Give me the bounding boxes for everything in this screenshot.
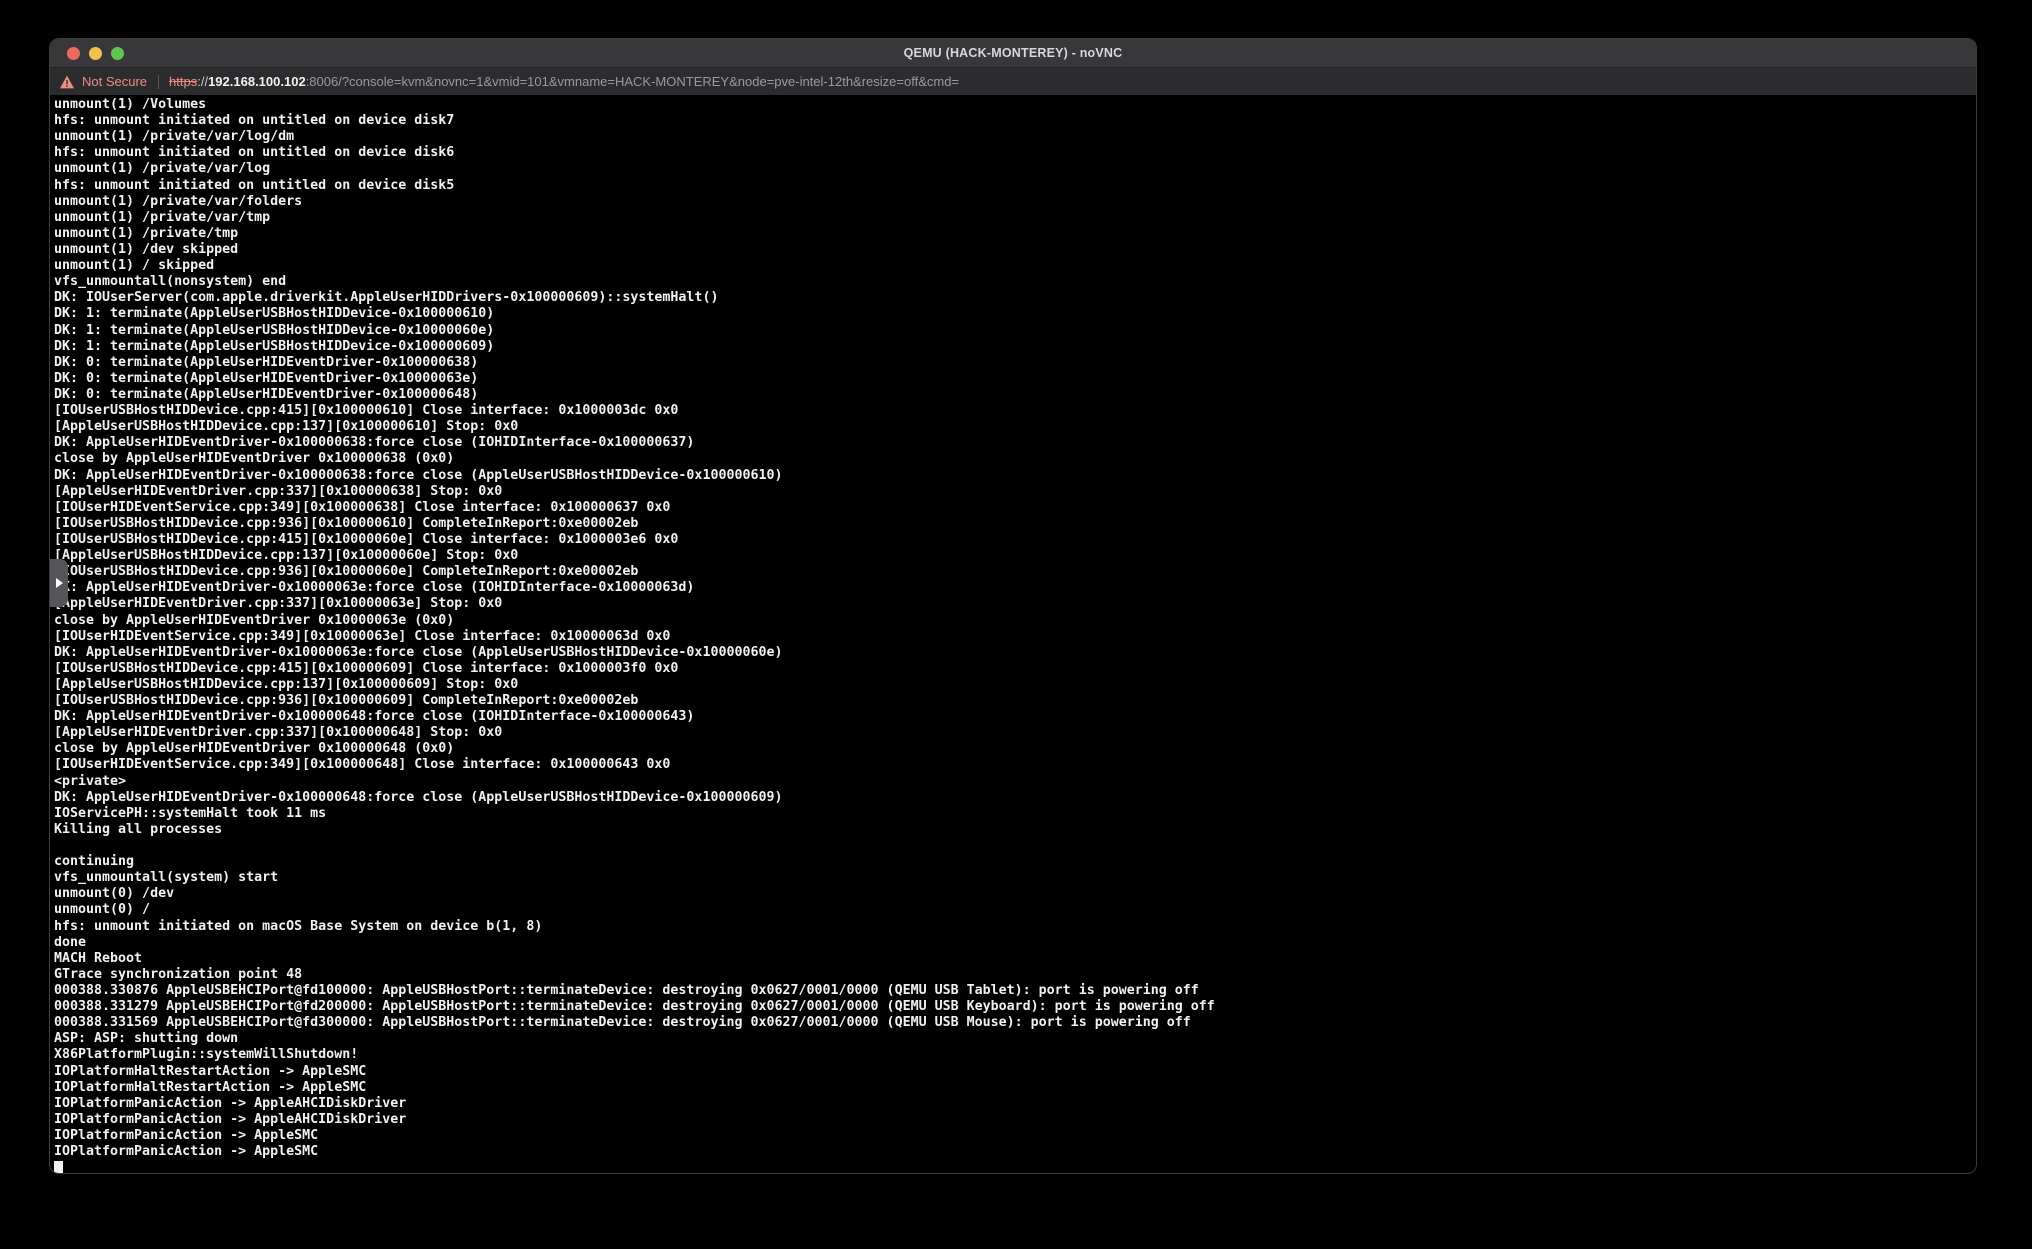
console-log-line: [IOUserUSBHostHIDDevice.cpp:936][0x10000… <box>54 693 1976 709</box>
console-log-line: [IOUserHIDEventService.cpp:349][0x100000… <box>54 500 1976 516</box>
console-log-line: unmount(0) / <box>54 902 1976 918</box>
console-log-line: [AppleUserUSBHostHIDDevice.cpp:137][0x10… <box>54 677 1976 693</box>
console-log-line: unmount(1) /private/var/tmp <box>54 210 1976 226</box>
console-log-line: DK: AppleUserHIDEventDriver-0x100000638:… <box>54 435 1976 451</box>
console-log-line: unmount(1) /private/tmp <box>54 226 1976 242</box>
browser-window: QEMU (HACK-MONTEREY) - noVNC Not Secure … <box>49 38 1977 1174</box>
console-log: unmount(1) /Volumeshfs: unmount initiate… <box>54 97 1976 1160</box>
console-log-line: <private> <box>54 774 1976 790</box>
console-log-line: [IOUserHIDEventService.cpp:349][0x100000… <box>54 757 1976 773</box>
console-log-line: unmount(1) /private/var/log <box>54 161 1976 177</box>
console-log-line: hfs: unmount initiated on macOS Base Sys… <box>54 919 1976 935</box>
console-log-line: IOPlatformPanicAction -> AppleSMC <box>54 1128 1976 1144</box>
console-log-line: done <box>54 935 1976 951</box>
console-log-line: DK: 1: terminate(AppleUserUSBHostHIDDevi… <box>54 339 1976 355</box>
url-text[interactable]: https://192.168.100.102:8006/?console=kv… <box>169 74 959 89</box>
console-log-line: close by AppleUserHIDEventDriver 0x10000… <box>54 741 1976 757</box>
console-log-line: [AppleUserHIDEventDriver.cpp:337][0x1000… <box>54 484 1976 500</box>
url-scheme: https <box>169 74 197 89</box>
console-log-line: DK: AppleUserHIDEventDriver-0x10000063e:… <box>54 580 1976 596</box>
console-log-line: DK: AppleUserHIDEventDriver-0x10000063e:… <box>54 645 1976 661</box>
console-log-line: [IOUserHIDEventService.cpp:349][0x100000… <box>54 629 1976 645</box>
console-log-line: [AppleUserUSBHostHIDDevice.cpp:137][0x10… <box>54 548 1976 564</box>
console-log-line: unmount(0) /dev <box>54 886 1976 902</box>
console-log-line: X86PlatformPlugin::systemWillShutdown! <box>54 1047 1976 1063</box>
console-log-line: close by AppleUserHIDEventDriver 0x10000… <box>54 613 1976 629</box>
console-log-line: hfs: unmount initiated on untitled on de… <box>54 178 1976 194</box>
console-log-line: [IOUserUSBHostHIDDevice.cpp:936][0x10000… <box>54 564 1976 580</box>
console-log-line: DK: 1: terminate(AppleUserUSBHostHIDDevi… <box>54 323 1976 339</box>
url-bar-divider <box>158 75 159 89</box>
console-log-line: IOPlatformPanicAction -> AppleAHCIDiskDr… <box>54 1096 1976 1112</box>
console-log-line: IOPlatformPanicAction -> AppleSMC <box>54 1144 1976 1160</box>
console-log-line: 000388.331569 AppleUSBEHCIPort@fd300000:… <box>54 1015 1976 1031</box>
console-log-line: unmount(1) /dev skipped <box>54 242 1976 258</box>
console-log-line: IOPlatformHaltRestartAction -> AppleSMC <box>54 1064 1976 1080</box>
console-log-line: [IOUserUSBHostHIDDevice.cpp:415][0x10000… <box>54 532 1976 548</box>
console-log-line: unmount(1) / skipped <box>54 258 1976 274</box>
console-log-line: IOPlatformPanicAction -> AppleAHCIDiskDr… <box>54 1112 1976 1128</box>
console-log-line: IOPlatformHaltRestartAction -> AppleSMC <box>54 1080 1976 1096</box>
console-log-line: DK: 0: terminate(AppleUserHIDEventDriver… <box>54 387 1976 403</box>
window-titlebar[interactable]: QEMU (HACK-MONTEREY) - noVNC <box>50 39 1976 67</box>
console-log-line: DK: 1: terminate(AppleUserUSBHostHIDDevi… <box>54 306 1976 322</box>
url-scheme-separator: :// <box>197 74 208 89</box>
console-log-line: unmount(1) /Volumes <box>54 97 1976 113</box>
console-log-line: continuing <box>54 854 1976 870</box>
console-log-line: [IOUserUSBHostHIDDevice.cpp:415][0x10000… <box>54 661 1976 677</box>
console-log-line: unmount(1) /private/var/folders <box>54 194 1976 210</box>
url-query: :8006/?console=kvm&novnc=1&vmid=101&vmna… <box>306 74 959 89</box>
novnc-control-bar-handle[interactable] <box>50 559 68 607</box>
url-host: 192.168.100.102 <box>208 74 306 89</box>
console-log-line: close by AppleUserHIDEventDriver 0x10000… <box>54 451 1976 467</box>
console-log-line: DK: 0: terminate(AppleUserHIDEventDriver… <box>54 355 1976 371</box>
console-log-line: hfs: unmount initiated on untitled on de… <box>54 145 1976 161</box>
not-secure-label[interactable]: Not Secure <box>82 74 147 89</box>
console-log-line: vfs_unmountall(system) start <box>54 870 1976 886</box>
console-log-line: IOServicePH::systemHalt took 11 ms <box>54 806 1976 822</box>
console-log-line: unmount(1) /private/var/log/dm <box>54 129 1976 145</box>
console-log-line: MACH Reboot <box>54 951 1976 967</box>
desktop-background: QEMU (HACK-MONTEREY) - noVNC Not Secure … <box>0 0 2032 1249</box>
not-secure-warning-icon <box>59 75 75 89</box>
console-log-line: [AppleUserUSBHostHIDDevice.cpp:137][0x10… <box>54 419 1976 435</box>
console-log-line: 000388.330876 AppleUSBEHCIPort@fd100000:… <box>54 983 1976 999</box>
console-log-line <box>54 838 1976 854</box>
vnc-console-screen[interactable]: unmount(1) /Volumeshfs: unmount initiate… <box>50 95 1976 1174</box>
console-log-line: 000388.331279 AppleUSBEHCIPort@fd200000:… <box>54 999 1976 1015</box>
expand-arrow-icon <box>56 578 63 588</box>
console-log-line: Killing all processes <box>54 822 1976 838</box>
console-log-line: [AppleUserHIDEventDriver.cpp:337][0x1000… <box>54 596 1976 612</box>
console-log-line: DK: AppleUserHIDEventDriver-0x100000648:… <box>54 709 1976 725</box>
console-log-line: DK: AppleUserHIDEventDriver-0x100000648:… <box>54 790 1976 806</box>
console-log-line: DK: AppleUserHIDEventDriver-0x100000638:… <box>54 468 1976 484</box>
console-cursor <box>54 1161 63 1174</box>
console-log-line: hfs: unmount initiated on untitled on de… <box>54 113 1976 129</box>
console-log-line: GTrace synchronization point 48 <box>54 967 1976 983</box>
console-log-line: [IOUserUSBHostHIDDevice.cpp:415][0x10000… <box>54 403 1976 419</box>
console-log-line: DK: 0: terminate(AppleUserHIDEventDriver… <box>54 371 1976 387</box>
console-log-line: vfs_unmountall(nonsystem) end <box>54 274 1976 290</box>
browser-url-bar[interactable]: Not Secure https://192.168.100.102:8006/… <box>50 67 1976 95</box>
console-log-line: ASP: ASP: shutting down <box>54 1031 1976 1047</box>
console-log-line: [IOUserUSBHostHIDDevice.cpp:936][0x10000… <box>54 516 1976 532</box>
console-log-line: DK: IOUserServer(com.apple.driverkit.App… <box>54 290 1976 306</box>
window-title: QEMU (HACK-MONTEREY) - noVNC <box>50 46 1976 60</box>
console-log-line: [AppleUserHIDEventDriver.cpp:337][0x1000… <box>54 725 1976 741</box>
